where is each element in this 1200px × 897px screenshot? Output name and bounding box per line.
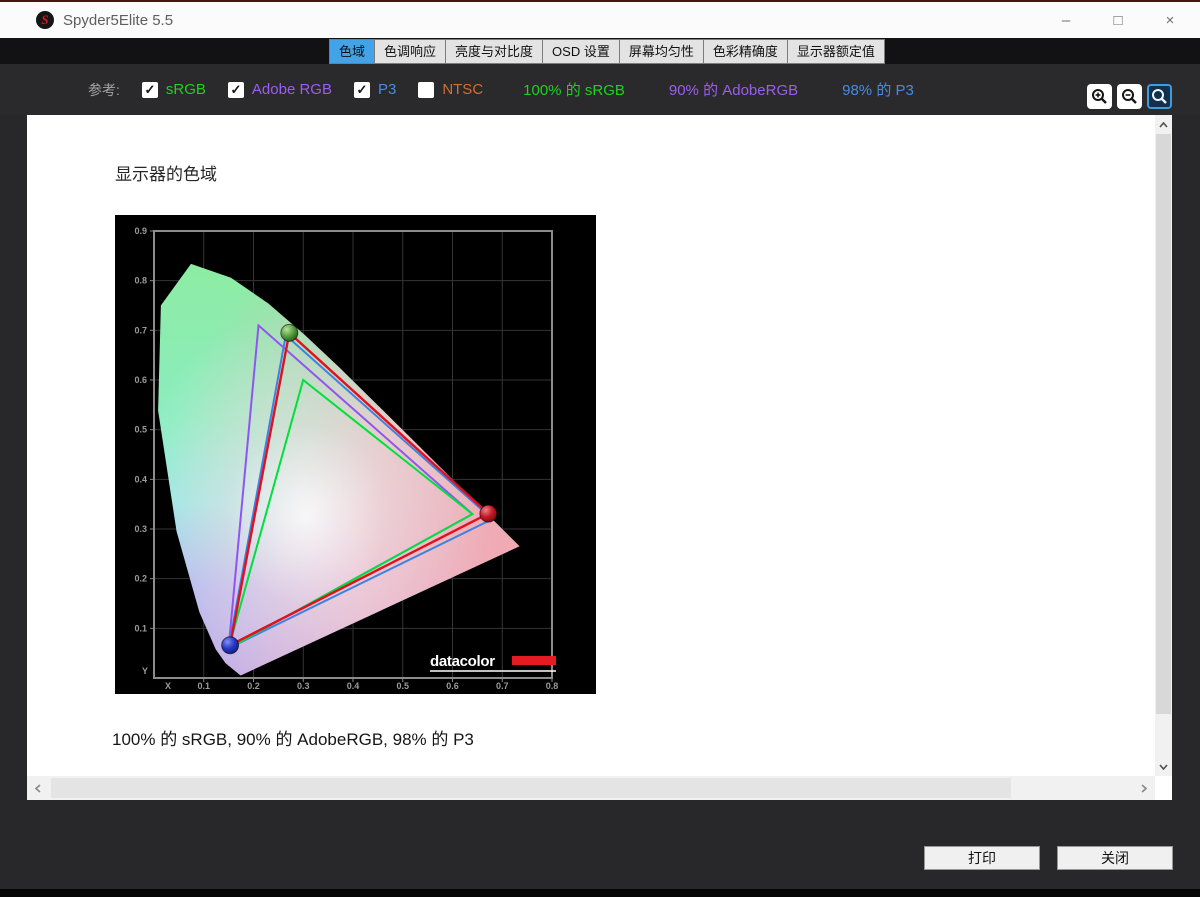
zoom-toolbar — [1087, 84, 1172, 109]
scroll-left-button[interactable] — [27, 776, 49, 800]
tab-bar: 色域 色调响应 亮度与对比度 OSD 设置 屏幕均匀性 色彩精确度 显示器额定值 — [0, 38, 1200, 66]
vertical-scrollbar[interactable] — [1155, 115, 1172, 776]
checkbox-ntsc[interactable]: ✓ NTSC — [418, 81, 483, 98]
checkbox-label: Adobe RGB — [251, 81, 332, 98]
horizontal-scrollbar-thumb[interactable] — [51, 778, 1011, 798]
checkbox-icon[interactable]: ✓ — [353, 81, 370, 98]
tab-strip: 色域 色调响应 亮度与对比度 OSD 设置 屏幕均匀性 色彩精确度 显示器额定值 — [329, 39, 885, 66]
app-window: S Spyder5Elite 5.5 – □ × 色域 色调响应 亮度与对比度 … — [0, 0, 1200, 897]
svg-text:0.5: 0.5 — [134, 425, 147, 435]
page-title: 显示器的色域 — [115, 165, 217, 184]
svg-text:0.4: 0.4 — [134, 474, 147, 484]
bottom-edge-strip — [0, 889, 1200, 897]
close-dialog-button[interactable]: 关闭 — [1057, 846, 1173, 870]
tab-color-accuracy[interactable]: 色彩精确度 — [702, 39, 787, 64]
chevron-down-icon — [1159, 763, 1168, 770]
svg-text:0.7: 0.7 — [134, 325, 147, 335]
svg-text:0.3: 0.3 — [297, 681, 310, 691]
vertical-scrollbar-thumb[interactable] — [1156, 134, 1171, 714]
svg-text:0.4: 0.4 — [347, 681, 360, 691]
checkbox-label: sRGB — [165, 81, 206, 98]
measured-red-primary-marker — [479, 504, 498, 523]
measured-blue-primary-marker — [221, 636, 240, 655]
tab-tone-response[interactable]: 色调响应 — [374, 39, 446, 64]
title-bar: S Spyder5Elite 5.5 – □ × — [0, 2, 1200, 38]
close-button[interactable]: × — [1144, 2, 1196, 38]
svg-text:0.1: 0.1 — [197, 681, 210, 691]
tab-display-rating[interactable]: 显示器额定值 — [786, 39, 885, 64]
print-button[interactable]: 打印 — [924, 846, 1040, 870]
svg-text:0.3: 0.3 — [134, 524, 147, 534]
reference-toolbar: 参考: ✓ sRGB ✓ Adobe RGB ✓ P3 ✓ NTSC 100% … — [0, 64, 1200, 115]
svg-text:0.2: 0.2 — [134, 574, 147, 584]
report-panel: 显示器的色域 0.1 0.2 0.3 0.4 0.5 0.6 0.7 0.8 0… — [27, 115, 1155, 776]
scroll-up-button[interactable] — [1155, 116, 1172, 133]
checkbox-srgb[interactable]: ✓ sRGB — [141, 81, 206, 98]
magnifier-minus-icon — [1122, 89, 1137, 104]
scroll-right-button[interactable] — [1133, 776, 1155, 800]
svg-text:0.1: 0.1 — [134, 623, 147, 633]
svg-text:0.9: 0.9 — [134, 226, 147, 236]
checkbox-icon[interactable]: ✓ — [418, 81, 435, 98]
checkbox-p3[interactable]: ✓ P3 — [353, 81, 397, 98]
x-axis-label: X — [165, 681, 171, 691]
scroll-down-button[interactable] — [1155, 758, 1172, 775]
zoom-out-button[interactable] — [1117, 84, 1142, 109]
svg-text:0.5: 0.5 — [396, 681, 409, 691]
svg-text:0.2: 0.2 — [247, 681, 260, 691]
datacolor-red-bar — [512, 656, 556, 665]
app-logo-icon: S — [36, 11, 54, 29]
tab-brightness-contrast[interactable]: 亮度与对比度 — [445, 39, 543, 64]
zoom-in-button[interactable] — [1087, 84, 1112, 109]
chevron-left-icon — [35, 783, 41, 793]
checkbox-icon[interactable]: ✓ — [227, 81, 244, 98]
cie-diagram: 0.1 0.2 0.3 0.4 0.5 0.6 0.7 0.8 0.1 0.2 0.3 0.4 0.5 0… — [115, 215, 596, 694]
tab-gamut[interactable]: 色域 — [329, 39, 375, 64]
datacolor-wordmark: datacolor — [430, 653, 495, 670]
svg-text:0.7: 0.7 — [496, 681, 509, 691]
window-title: Spyder5Elite 5.5 — [63, 12, 174, 29]
stat-srgb-coverage: 100% 的 sRGB — [523, 82, 625, 99]
coverage-summary: 100% 的 sRGB, 90% 的 AdobeRGB, 98% 的 P3 — [112, 730, 474, 749]
checkbox-adobe-rgb[interactable]: ✓ Adobe RGB — [227, 81, 332, 98]
window-controls: – □ × — [1040, 2, 1196, 38]
chevron-up-icon — [1159, 121, 1168, 128]
magnifier-plus-icon — [1092, 89, 1107, 104]
reference-label: 参考: — [88, 81, 120, 98]
measured-green-primary-marker — [280, 323, 299, 342]
horizontal-scrollbar[interactable] — [27, 776, 1155, 800]
magnifier-icon — [1152, 89, 1167, 104]
svg-text:0.6: 0.6 — [446, 681, 459, 691]
minimize-button[interactable]: – — [1040, 2, 1092, 38]
tab-screen-uniformity[interactable]: 屏幕均匀性 — [618, 39, 703, 64]
chromaticity-chart: 0.1 0.2 0.3 0.4 0.5 0.6 0.7 0.8 0.1 0.2 0.3 0.4 0.5 0… — [115, 215, 596, 694]
svg-text:0.8: 0.8 — [134, 276, 147, 286]
maximize-button[interactable]: □ — [1092, 2, 1144, 38]
checkbox-label: NTSC — [442, 81, 484, 98]
chevron-right-icon — [1141, 783, 1147, 793]
zoom-fit-button[interactable] — [1147, 84, 1172, 109]
stat-p3-coverage: 98% 的 P3 — [842, 82, 914, 99]
y-axis-label: Y — [142, 666, 148, 676]
checkbox-icon[interactable]: ✓ — [141, 81, 158, 98]
stat-adobergb-coverage: 90% 的 AdobeRGB — [668, 82, 799, 99]
svg-text:0.6: 0.6 — [134, 375, 147, 385]
tab-osd-settings[interactable]: OSD 设置 — [542, 39, 619, 64]
svg-text:0.8: 0.8 — [546, 681, 559, 691]
checkbox-label: P3 — [377, 81, 397, 98]
scrollbar-corner — [1155, 776, 1172, 800]
